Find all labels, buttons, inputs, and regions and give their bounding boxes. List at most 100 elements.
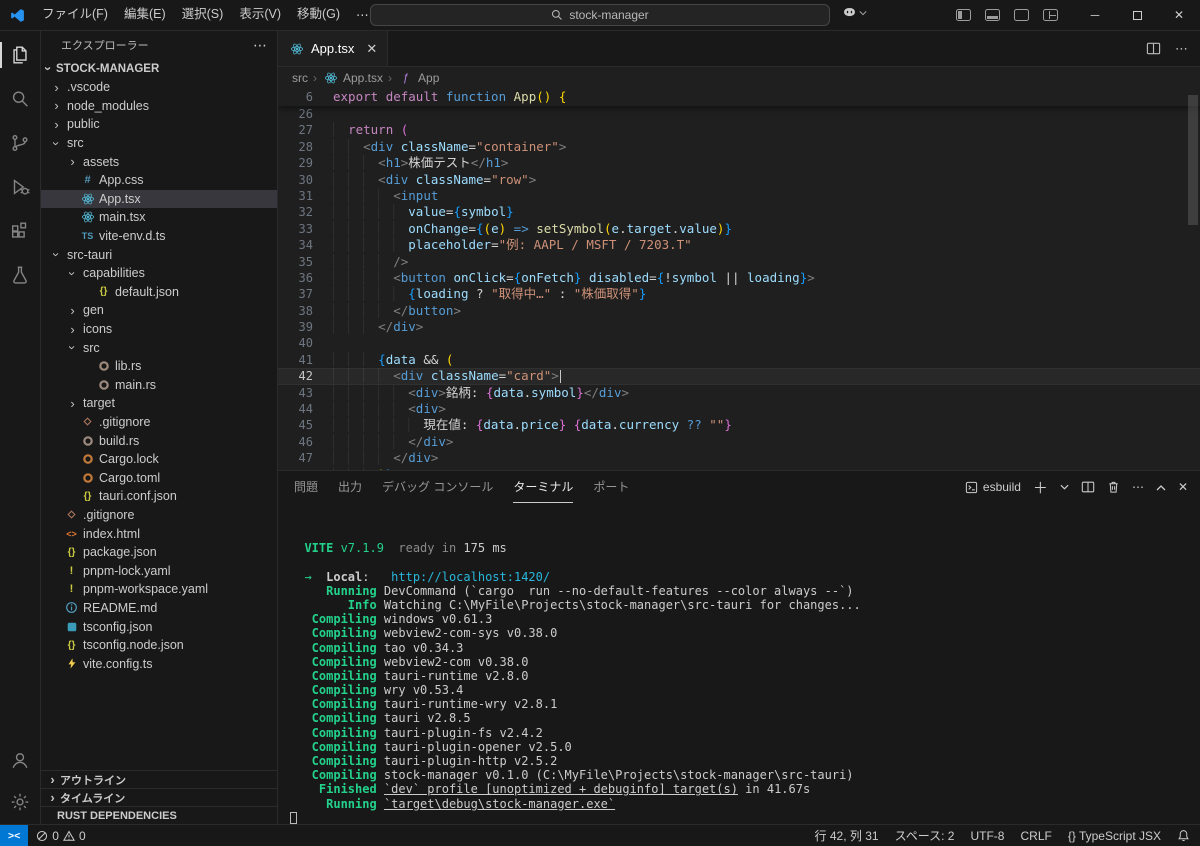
tree-file-main.tsx[interactable]: main.tsx: [41, 208, 277, 227]
testing-icon[interactable]: [0, 253, 40, 297]
code-line[interactable]: 44 <div>: [278, 401, 1200, 417]
code-line[interactable]: 28 <div className="container">: [278, 138, 1200, 155]
code-line[interactable]: 42 <div className="card">: [278, 368, 1200, 385]
tree-folder-icons[interactable]: › icons: [41, 320, 277, 339]
close-panel-icon[interactable]: ✕: [1178, 480, 1188, 494]
split-editor-icon[interactable]: [1146, 41, 1161, 56]
tree-file-build.rs[interactable]: build.rs: [41, 431, 277, 450]
accounts-icon[interactable]: [0, 738, 40, 782]
tree-file-README.md[interactable]: README.md: [41, 599, 277, 618]
tree-file-.gitignore[interactable]: .gitignore: [41, 506, 277, 525]
search-view-icon[interactable]: [0, 77, 40, 121]
tree-file-tsconfig.json[interactable]: tsconfig.json: [41, 617, 277, 636]
tree-file-App.css[interactable]: # App.css: [41, 171, 277, 190]
sidebar-section-RUST DEPENDENCIES[interactable]: RUST DEPENDENCIES: [41, 806, 277, 824]
terminal-profile-dropdown-icon[interactable]: [1060, 484, 1069, 490]
sticky-scroll-line[interactable]: 6 export default function App() {: [278, 89, 1200, 106]
status-encoding[interactable]: UTF-8: [970, 829, 1004, 843]
sidebar-section-タイムライン[interactable]: › タイムライン: [41, 788, 277, 806]
code-line[interactable]: 45 現在値: {data.price} {data.currency ?? "…: [278, 417, 1200, 433]
maximize-panel-icon[interactable]: [1156, 484, 1166, 491]
code-line[interactable]: 43 <div>銘柄: {data.symbol}</div>: [278, 384, 1200, 401]
tree-file-package.json[interactable]: {} package.json: [41, 543, 277, 562]
sidebar-section-アウトライン[interactable]: › アウトライン: [41, 770, 277, 788]
tree-file-pnpm-workspace.yaml[interactable]: ! pnpm-workspace.yaml: [41, 580, 277, 599]
status-cursor-position[interactable]: 行 42, 列 31: [815, 827, 879, 844]
tree-file-Cargo.toml[interactable]: Cargo.toml: [41, 468, 277, 487]
menu-go[interactable]: 移動(G): [289, 0, 348, 30]
tree-file-.gitignore[interactable]: .gitignore: [41, 413, 277, 432]
panel-tab-problems[interactable]: 問題: [294, 471, 318, 503]
tree-file-default.json[interactable]: {} default.json: [41, 283, 277, 302]
panel-tab-output[interactable]: 出力: [338, 471, 362, 503]
tree-folder-src[interactable]: › src: [41, 134, 277, 153]
tree-folder-src[interactable]: › src: [41, 338, 277, 357]
code-line[interactable]: 40: [278, 335, 1200, 351]
code-line[interactable]: 37 {loading ? "取得中…" : "株価取得"}: [278, 286, 1200, 302]
breadcrumb-app[interactable]: ƒ App: [397, 71, 439, 85]
tree-file-lib.rs[interactable]: lib.rs: [41, 357, 277, 376]
customize-layout-icon[interactable]: [1043, 9, 1058, 21]
tree-folder-.vscode[interactable]: › .vscode: [41, 78, 277, 97]
code-line[interactable]: 30 <div className="row">: [278, 171, 1200, 188]
code-editor[interactable]: 6 export default function App() { 26 27 r…: [278, 89, 1200, 470]
split-terminal-icon[interactable]: [1081, 480, 1095, 494]
views-more-icon[interactable]: ⋯: [253, 37, 267, 54]
code-line[interactable]: 41 {data && (: [278, 351, 1200, 368]
source-control-icon[interactable]: [0, 121, 40, 165]
tree-folder-gen[interactable]: › gen: [41, 301, 277, 320]
tree-folder-public[interactable]: › public: [41, 115, 277, 134]
close-button[interactable]: ✕: [1158, 0, 1200, 30]
status-language-mode[interactable]: {} TypeScript JSX: [1068, 829, 1161, 843]
code-line[interactable]: 47 </div>: [278, 450, 1200, 466]
status-indentation[interactable]: スペース: 2: [895, 827, 955, 844]
code-line[interactable]: 39 </div>: [278, 319, 1200, 335]
panel-tab-ports[interactable]: ポート: [593, 471, 629, 503]
tree-file-App.tsx[interactable]: App.tsx: [41, 189, 277, 209]
toggle-panel-icon[interactable]: [985, 9, 1000, 21]
code-line[interactable]: 26: [278, 106, 1200, 122]
problems-status[interactable]: 0 0: [28, 829, 93, 843]
explorer-icon[interactable]: [0, 33, 40, 77]
code-line[interactable]: 29 <h1>株価テスト</h1>: [278, 155, 1200, 171]
tree-file-tsconfig.node.json[interactable]: {} tsconfig.node.json: [41, 636, 277, 655]
toggle-secondary-sidebar-icon[interactable]: [1014, 9, 1029, 21]
extensions-icon[interactable]: [0, 209, 40, 253]
settings-gear-icon[interactable]: [0, 780, 40, 824]
tree-file-index.html[interactable]: <> index.html: [41, 524, 277, 543]
tree-folder-target[interactable]: › target: [41, 394, 277, 413]
code-line[interactable]: 27 return (: [278, 122, 1200, 138]
code-line[interactable]: 32 value={symbol}: [278, 204, 1200, 220]
tree-folder-src-tauri[interactable]: › src-tauri: [41, 245, 277, 264]
tree-file-vite.config.ts[interactable]: vite.config.ts: [41, 654, 277, 673]
terminal-instance[interactable]: esbuild: [965, 480, 1021, 494]
code-line[interactable]: 48 )}: [278, 466, 1200, 470]
status-eol[interactable]: CRLF: [1020, 829, 1051, 843]
menu-file[interactable]: ファイル(F): [34, 0, 116, 30]
notifications-bell-icon[interactable]: [1177, 829, 1190, 842]
new-terminal-icon[interactable]: ＋: [1033, 477, 1048, 498]
panel-more-actions-icon[interactable]: ⋯: [1132, 480, 1144, 494]
tab-app-tsx[interactable]: App.tsx ✕: [278, 31, 389, 66]
code-line[interactable]: 46 </div>: [278, 433, 1200, 450]
minimize-button[interactable]: ─: [1074, 0, 1116, 30]
copilot-icon[interactable]: [842, 5, 867, 20]
breadcrumb-app-tsx[interactable]: App.tsx: [322, 71, 383, 85]
code-line[interactable]: 34 placeholder="例: AAPL / MSFT / 7203.T": [278, 237, 1200, 253]
tree-file-vite-env.d.ts[interactable]: TS vite-env.d.ts: [41, 227, 277, 246]
tree-folder-capabilities[interactable]: › capabilities: [41, 264, 277, 283]
terminal-output[interactable]: VITE v7.1.9 ready in 175 ms → Local: htt…: [278, 503, 1200, 824]
breadcrumb-src[interactable]: src: [292, 71, 308, 85]
code-line[interactable]: 38 </button>: [278, 302, 1200, 319]
remote-indicator[interactable]: ><: [0, 825, 29, 846]
kill-terminal-icon[interactable]: [1107, 480, 1120, 494]
tree-file-tauri.conf.json[interactable]: {} tauri.conf.json: [41, 487, 277, 506]
code-line[interactable]: 35 />: [278, 253, 1200, 270]
code-line[interactable]: 36 <button onClick={onFetch} disabled={!…: [278, 269, 1200, 286]
editor-scrollbar[interactable]: [1188, 95, 1198, 225]
command-center-search[interactable]: stock-manager: [370, 4, 830, 26]
code-line[interactable]: 31 <input: [278, 187, 1200, 204]
close-tab-icon[interactable]: ✕: [366, 41, 377, 57]
tree-folder-assets[interactable]: › assets: [41, 152, 277, 171]
code-line[interactable]: 33 onChange={(e) => setSymbol(e.target.v…: [278, 220, 1200, 237]
